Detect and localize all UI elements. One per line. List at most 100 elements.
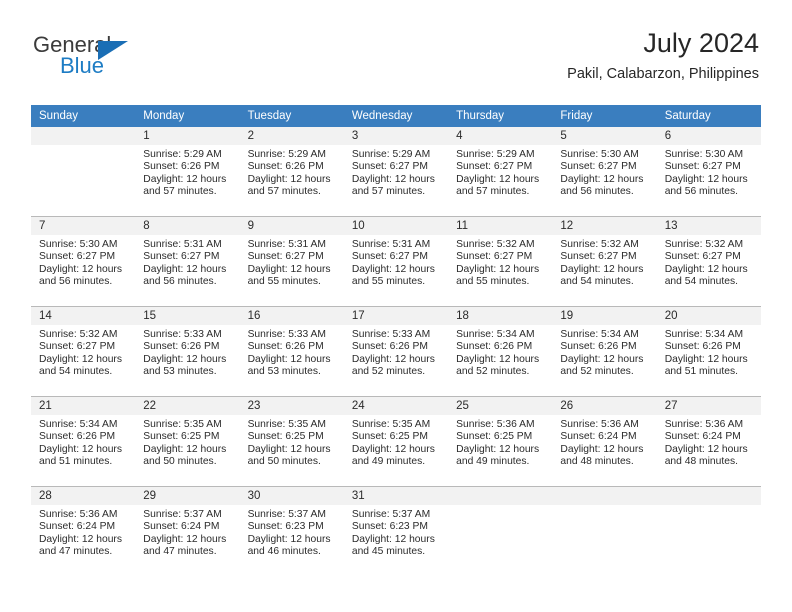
day-number: 15 xyxy=(135,307,240,325)
daylight-text-line1: Daylight: 12 hours xyxy=(456,443,540,455)
day-number: 22 xyxy=(135,397,240,415)
day-number xyxy=(448,487,553,505)
sunset-text: Sunset: 6:24 PM xyxy=(664,431,741,443)
sunrise-text: Sunrise: 5:29 AM xyxy=(143,149,222,160)
sunset-text: Sunset: 6:26 PM xyxy=(143,161,220,173)
day-number: 24 xyxy=(343,397,449,415)
sunset-text: Sunset: 6:27 PM xyxy=(456,161,533,173)
day-cell[interactable]: 25 Sunrise: 5:36 AM Sunset: 6:25 PM Dayligh… xyxy=(448,396,553,487)
daylight-text-line2: and 54 minutes. xyxy=(39,366,113,378)
day-number: 4 xyxy=(448,127,553,145)
day-number: 10 xyxy=(343,217,449,235)
day-details: Sunrise: 5:30 AM Sunset: 6:27 PM Daylight:… xyxy=(657,145,761,199)
day-cell[interactable] xyxy=(448,486,553,576)
day-cell[interactable]: 11 Sunrise: 5:32 AM Sunset: 6:27 PM Dayligh… xyxy=(448,216,553,307)
sunrise-text: Sunrise: 5:31 AM xyxy=(247,239,326,250)
day-cell[interactable]: 23 Sunrise: 5:35 AM Sunset: 6:25 PM Dayligh… xyxy=(239,396,344,487)
daylight-text-line1: Daylight: 12 hours xyxy=(39,353,122,365)
day-cell[interactable]: 4 Sunrise: 5:29 AM Sunset: 6:27 PM Daylight… xyxy=(448,127,553,217)
day-cell[interactable]: 21 Sunrise: 5:34 AM Sunset: 6:26 PM Dayligh… xyxy=(31,396,136,487)
day-details: Sunrise: 5:33 AM Sunset: 6:26 PM Daylight:… xyxy=(240,325,344,379)
day-cell[interactable]: 31 Sunrise: 5:37 AM Sunset: 6:23 PM Dayligh… xyxy=(343,486,449,576)
sunrise-text: Sunrise: 5:29 AM xyxy=(456,149,535,160)
day-cell[interactable]: 10 Sunrise: 5:31 AM Sunset: 6:27 PM Dayligh… xyxy=(343,216,449,307)
day-number: 17 xyxy=(343,307,449,325)
daylight-text-line2: and 56 minutes. xyxy=(664,186,738,198)
day-details: Sunrise: 5:34 AM Sunset: 6:26 PM Daylight:… xyxy=(657,325,761,379)
day-cell[interactable]: 15 Sunrise: 5:33 AM Sunset: 6:26 PM Dayligh… xyxy=(135,306,240,397)
daylight-text-line2: and 49 minutes. xyxy=(456,456,530,468)
day-cell[interactable]: 5 Sunrise: 5:30 AM Sunset: 6:27 PM Daylight… xyxy=(552,127,657,217)
day-cell[interactable]: 22 Sunrise: 5:35 AM Sunset: 6:25 PM Dayligh… xyxy=(135,396,240,487)
daylight-text-line2: and 55 minutes. xyxy=(247,276,321,288)
calendar-table: Sunday Monday Tuesday Wednesday Thursday… xyxy=(31,105,761,576)
sunset-text: Sunset: 6:27 PM xyxy=(560,161,637,173)
day-cell[interactable]: 7 Sunrise: 5:30 AM Sunset: 6:27 PM Daylight… xyxy=(31,216,136,307)
day-cell[interactable] xyxy=(31,127,136,217)
daylight-text-line1: Daylight: 12 hours xyxy=(456,173,540,185)
day-cell[interactable]: 18 Sunrise: 5:34 AM Sunset: 6:26 PM Dayligh… xyxy=(448,306,553,397)
day-cell[interactable]: 27 Sunrise: 5:36 AM Sunset: 6:24 PM Dayligh… xyxy=(656,396,761,487)
daylight-text-line2: and 48 minutes. xyxy=(664,456,738,468)
sunset-text: Sunset: 6:26 PM xyxy=(664,341,741,353)
sunrise-text: Sunrise: 5:35 AM xyxy=(143,419,222,430)
sunset-text: Sunset: 6:25 PM xyxy=(456,431,533,443)
day-number: 8 xyxy=(135,217,240,235)
sunset-text: Sunset: 6:27 PM xyxy=(560,251,637,263)
day-cell[interactable]: 20 Sunrise: 5:34 AM Sunset: 6:26 PM Dayligh… xyxy=(656,306,761,397)
day-cell[interactable]: 12 Sunrise: 5:32 AM Sunset: 6:27 PM Dayligh… xyxy=(552,216,657,307)
day-number: 13 xyxy=(656,217,761,235)
day-cell[interactable]: 24 Sunrise: 5:35 AM Sunset: 6:25 PM Dayligh… xyxy=(343,396,449,487)
daylight-text-line2: and 55 minutes. xyxy=(351,276,426,288)
daylight-text-line2: and 50 minutes. xyxy=(143,456,217,468)
day-cell[interactable] xyxy=(656,486,761,576)
day-cell[interactable]: 1 Sunrise: 5:29 AM Sunset: 6:26 PM Daylight… xyxy=(135,127,240,217)
day-cell[interactable]: 17 Sunrise: 5:33 AM Sunset: 6:26 PM Dayligh… xyxy=(343,306,449,397)
day-cell[interactable]: 29 Sunrise: 5:37 AM Sunset: 6:24 PM Dayligh… xyxy=(135,486,240,576)
day-number xyxy=(552,487,657,505)
day-cell[interactable]: 8 Sunrise: 5:31 AM Sunset: 6:27 PM Daylight… xyxy=(135,216,240,307)
day-cell[interactable]: 3 Sunrise: 5:29 AM Sunset: 6:27 PM Daylight… xyxy=(343,127,449,217)
page-subtitle-location: Pakil, Calabarzon, Philippines xyxy=(567,66,759,82)
sunrise-text: Sunrise: 5:33 AM xyxy=(143,329,222,340)
sunset-text: Sunset: 6:27 PM xyxy=(351,161,428,173)
day-cell[interactable]: 26 Sunrise: 5:36 AM Sunset: 6:24 PM Dayligh… xyxy=(552,396,657,487)
sunrise-text: Sunrise: 5:32 AM xyxy=(664,239,744,250)
daylight-text-line1: Daylight: 12 hours xyxy=(247,353,331,365)
day-cell[interactable]: 14 Sunrise: 5:32 AM Sunset: 6:27 PM Dayligh… xyxy=(31,306,136,397)
day-cell[interactable]: 2 Sunrise: 5:29 AM Sunset: 6:26 PM Daylight… xyxy=(239,127,344,217)
day-details xyxy=(657,505,761,509)
daylight-text-line1: Daylight: 12 hours xyxy=(39,443,122,455)
sunset-text: Sunset: 6:27 PM xyxy=(247,251,324,263)
day-details xyxy=(448,505,552,509)
daylight-text-line2: and 46 minutes. xyxy=(247,546,321,558)
sunrise-text: Sunrise: 5:37 AM xyxy=(351,509,431,520)
day-number: 18 xyxy=(448,307,553,325)
sunrise-text: Sunrise: 5:32 AM xyxy=(39,329,118,340)
daylight-text-line2: and 56 minutes. xyxy=(39,276,113,288)
daylight-text-line2: and 56 minutes. xyxy=(143,276,217,288)
day-cell[interactable]: 9 Sunrise: 5:31 AM Sunset: 6:27 PM Daylight… xyxy=(239,216,344,307)
day-cell[interactable] xyxy=(552,486,657,576)
sunrise-text: Sunrise: 5:30 AM xyxy=(560,149,639,160)
day-cell[interactable]: 30 Sunrise: 5:37 AM Sunset: 6:23 PM Dayligh… xyxy=(239,486,344,576)
sunrise-text: Sunrise: 5:29 AM xyxy=(351,149,431,160)
daylight-text-line2: and 53 minutes. xyxy=(143,366,217,378)
sunset-text: Sunset: 6:26 PM xyxy=(351,341,428,353)
day-number xyxy=(31,127,136,145)
daylight-text-line1: Daylight: 12 hours xyxy=(456,353,540,365)
day-details: Sunrise: 5:31 AM Sunset: 6:27 PM Daylight:… xyxy=(344,235,448,289)
sunset-text: Sunset: 6:23 PM xyxy=(247,521,324,533)
day-cell[interactable]: 13 Sunrise: 5:32 AM Sunset: 6:27 PM Dayligh… xyxy=(656,216,761,307)
day-number: 23 xyxy=(239,397,344,415)
sunset-text: Sunset: 6:26 PM xyxy=(247,341,324,353)
day-cell[interactable]: 19 Sunrise: 5:34 AM Sunset: 6:26 PM Dayligh… xyxy=(552,306,657,397)
day-cell[interactable]: 6 Sunrise: 5:30 AM Sunset: 6:27 PM Daylight… xyxy=(656,127,761,217)
weekday-header-monday: Monday xyxy=(135,105,240,127)
day-cell[interactable]: 16 Sunrise: 5:33 AM Sunset: 6:26 PM Dayligh… xyxy=(239,306,344,397)
sunset-text: Sunset: 6:25 PM xyxy=(351,431,428,443)
day-cell[interactable]: 28 Sunrise: 5:36 AM Sunset: 6:24 PM Dayligh… xyxy=(31,486,136,576)
sunrise-text: Sunrise: 5:33 AM xyxy=(351,329,431,340)
daylight-text-line1: Daylight: 12 hours xyxy=(560,263,644,275)
sunrise-text: Sunrise: 5:36 AM xyxy=(456,419,535,430)
